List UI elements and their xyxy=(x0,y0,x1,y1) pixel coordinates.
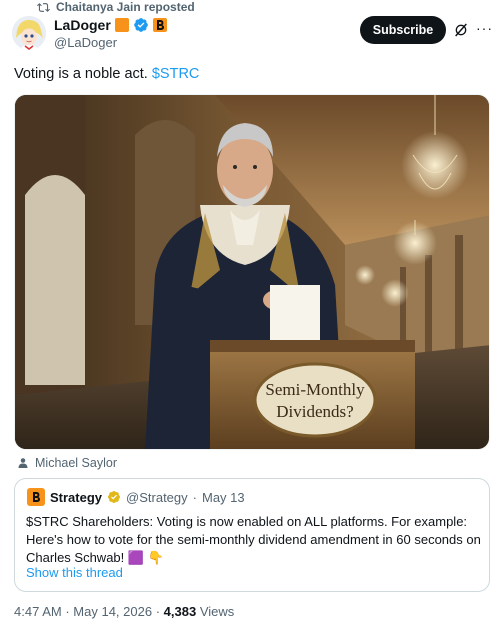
author-name[interactable]: LaDoger xyxy=(54,17,111,33)
footer-sep-2: · xyxy=(155,604,161,619)
avatar[interactable] xyxy=(12,16,46,50)
more-options-icon[interactable]: ··· xyxy=(476,20,493,36)
tagged-person[interactable]: Michael Saylor xyxy=(17,456,117,470)
person-icon xyxy=(18,458,28,468)
repost-indicator[interactable]: Chaitanya Jain reposted xyxy=(37,0,195,14)
tweet-image-illustration: Semi-Monthly Dividends? xyxy=(15,95,489,449)
strategy-logo-icon xyxy=(27,488,45,506)
sign-line-1: Semi-Monthly xyxy=(265,380,365,399)
views-count: 4,383 xyxy=(163,604,197,619)
tweet-body: Voting is a noble act. xyxy=(14,66,148,82)
quote-separator: · xyxy=(192,489,197,505)
show-thread-link[interactable]: Show this thread xyxy=(26,565,123,580)
subscribe-button[interactable]: Subscribe xyxy=(360,16,446,44)
quote-text: $STRC Shareholders: Voting is now enable… xyxy=(26,514,481,565)
verified-badge-icon[interactable] xyxy=(133,17,149,33)
orange-square-badge xyxy=(114,18,129,32)
quote-date: May 13 xyxy=(202,489,245,505)
quote-author-name: Strategy xyxy=(50,489,103,505)
footer-sep-1: · xyxy=(65,604,70,619)
sign-line-2: Dividends? xyxy=(276,402,353,421)
post-time: 4:47 AM xyxy=(14,604,62,619)
repost-text: Chaitanya Jain reposted xyxy=(56,0,195,14)
repost-icon xyxy=(37,2,50,12)
quoted-tweet[interactable]: Strategy @Strategy · May 13 $STRC Shareh… xyxy=(14,478,490,592)
quote-author-handle: @Strategy xyxy=(126,489,188,505)
cashtag-link[interactable]: $STRC xyxy=(152,66,200,82)
grok-icon[interactable] xyxy=(453,22,469,38)
gold-verified-badge-icon xyxy=(108,491,121,503)
bitcoin-logo-icon[interactable] xyxy=(152,18,167,32)
tweet-image[interactable]: Semi-Monthly Dividends? xyxy=(14,94,490,450)
author-handle[interactable]: @LaDoger xyxy=(54,35,117,50)
views-label: Views xyxy=(199,604,235,619)
tweet-timestamp[interactable]: 4:47 AM · May 14, 2026 · 4,383 Views xyxy=(14,604,234,619)
post-date: May 14, 2026 xyxy=(73,604,153,619)
tagged-person-name: Michael Saylor xyxy=(35,456,117,470)
tweet-text: Voting is a noble act. $STRC xyxy=(14,66,199,82)
